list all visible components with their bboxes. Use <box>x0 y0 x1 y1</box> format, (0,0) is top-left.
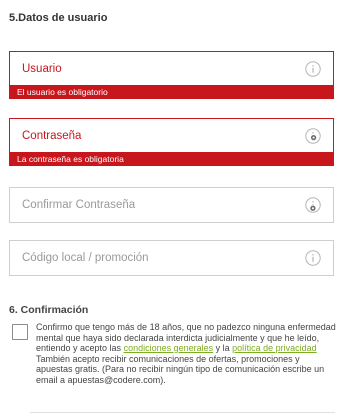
password-error-message: La contraseña es obligatoria <box>9 152 334 166</box>
info-icon[interactable] <box>305 250 321 266</box>
promo-code-label: Código local / promoción <box>22 252 149 264</box>
confirm-password-label: Confirmar Contraseña <box>22 199 136 211</box>
info-icon[interactable] <box>305 128 321 144</box>
password-label: Contraseña <box>22 130 82 142</box>
info-icon[interactable] <box>305 197 321 213</box>
registration-form: 5.Datos de usuario Usuario El usuario es… <box>0 0 350 417</box>
info-icon[interactable] <box>305 61 321 77</box>
terms-link[interactable]: condiciones generales <box>124 343 214 353</box>
privacy-policy-link[interactable]: política de privacidad <box>232 343 317 353</box>
username-field[interactable]: Usuario <box>9 51 334 87</box>
promo-code-field[interactable]: Código local / promoción <box>9 240 334 276</box>
consent-text: Confirmo que tengo más de 18 años, que n… <box>36 322 336 385</box>
confirm-password-field[interactable]: Confirmar Contraseña <box>9 187 334 223</box>
confirmation-section-title: 6. Confirmación <box>9 304 89 316</box>
divider <box>30 412 335 413</box>
consent-text-communications: También acepto recibir comunicaciones de… <box>36 353 325 385</box>
consent-checkbox[interactable] <box>12 324 28 340</box>
username-error-message: El usuario es obligatorio <box>9 85 334 99</box>
user-data-section-title: 5.Datos de usuario <box>9 12 108 24</box>
username-label: Usuario <box>22 63 62 75</box>
consent-text-join: y la <box>213 343 233 353</box>
password-field[interactable]: Contraseña <box>9 118 334 154</box>
